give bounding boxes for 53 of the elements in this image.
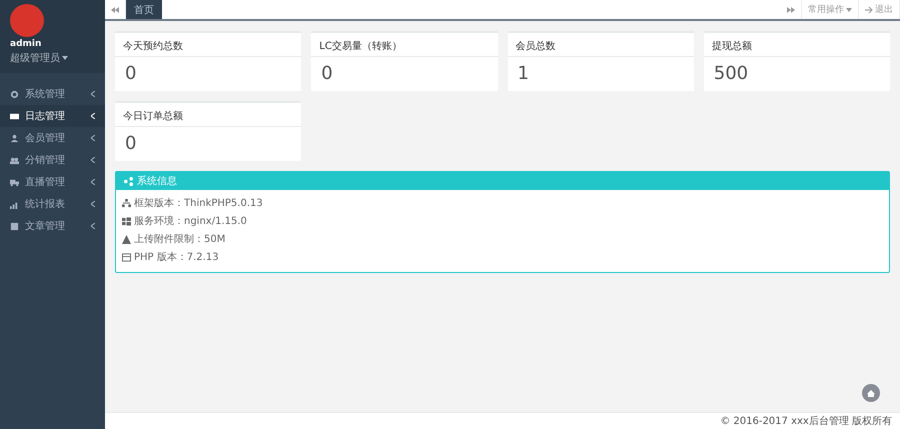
user-role[interactable]: 超级管理员 — [10, 51, 60, 65]
windows-icon — [122, 216, 131, 226]
panel-title: 系统信息 — [137, 174, 177, 188]
truck-icon — [10, 178, 19, 186]
stat-value: 0 — [124, 62, 138, 86]
logout-icon — [865, 6, 873, 14]
sidebar-item[interactable]: 分销管理 — [0, 149, 105, 171]
sidebar-item[interactable]: 日志管理 — [0, 105, 105, 127]
share-icon — [124, 176, 133, 186]
gear-icon — [10, 90, 19, 98]
stat-title: 今天预约总数 — [115, 33, 302, 57]
sidebar-item[interactable]: 直播管理 — [0, 171, 105, 193]
info-line: 上传附件限制：50M — [134, 232, 226, 246]
sidebar-item[interactable]: 统计报表 — [0, 193, 105, 215]
double-right-icon — [787, 6, 795, 12]
chevron-icon — [91, 157, 95, 163]
stat-title: 今日订单总额 — [115, 103, 302, 127]
card-icon — [10, 112, 19, 120]
tab[interactable]: 首页 — [126, 0, 162, 19]
sidebar-item[interactable]: 文章管理 — [0, 215, 105, 237]
stat-value: 0 — [320, 62, 334, 86]
stat-title: 提现总额 — [704, 33, 890, 57]
stat-value: 0 — [124, 132, 138, 156]
double-left-icon — [111, 6, 119, 12]
stat-value: 500 — [712, 62, 750, 86]
info-line: 框架版本：ThinkPHP5.0.13 — [134, 196, 263, 210]
chevron-icon — [91, 113, 95, 119]
chevron-icon — [91, 201, 95, 207]
sidebar-item[interactable]: 会员管理 — [0, 127, 105, 149]
chevron-icon — [91, 179, 95, 185]
caret-icon — [846, 8, 852, 12]
bar-chart-icon — [10, 200, 19, 208]
users-icon — [10, 156, 19, 164]
user-name: admin — [10, 39, 42, 49]
sidebar-item[interactable]: 系统管理 — [0, 83, 105, 105]
caret-icon — [62, 56, 68, 60]
avatar — [10, 4, 44, 37]
user-icon — [10, 134, 19, 142]
stat-title: LC交易量（转账） — [311, 33, 498, 57]
home-button[interactable] — [862, 384, 880, 402]
document-icon — [10, 222, 19, 230]
chevron-icon — [91, 135, 95, 141]
chevron-icon — [91, 91, 95, 97]
info-line: 服务环境：nginx/1.15.0 — [134, 214, 247, 228]
server-icon — [122, 252, 131, 262]
warning-icon — [122, 234, 131, 244]
stat-title: 会员总数 — [508, 33, 694, 57]
chevron-icon — [91, 223, 95, 229]
home-icon — [867, 390, 875, 396]
info-line: PHP 版本：7.2.13 — [134, 250, 219, 264]
stat-value: 1 — [516, 62, 530, 86]
copyright-text: © 2016-2017 xxx后台管理 版权所有 — [720, 414, 892, 428]
sitemap-icon — [122, 198, 131, 208]
